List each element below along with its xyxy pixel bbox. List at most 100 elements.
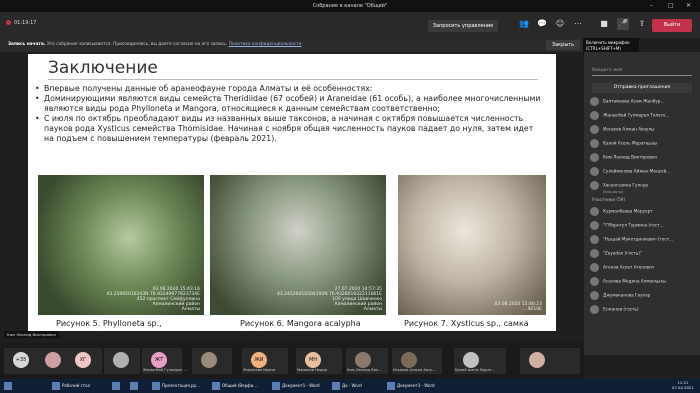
participant-item[interactable]: Қалай Асель Мұратқызы (590, 139, 657, 151)
avatar (590, 305, 599, 314)
bullet-item: Впервые получены данные об аранеофауне г… (34, 84, 544, 94)
figure-caption: Рисунок 7. Xysticus sp., самка (404, 318, 529, 329)
participant-item[interactable]: "Нышай Мукетдинкевич (гост... (590, 235, 673, 247)
share-screen-icon[interactable]: ⇪ (636, 18, 648, 30)
taskbar-item[interactable]: До - Word (330, 380, 362, 392)
figure-caption: Рисунок 5. Phylloneta sp., самка с кокон… (56, 318, 162, 340)
video-tile[interactable] (104, 348, 140, 374)
participant-name: Искаков Алжан Авзулы (603, 126, 655, 132)
participant-item[interactable]: Джумаканова Гаухар (590, 291, 650, 303)
participants-icon[interactable]: 👥 (518, 18, 530, 30)
caption-line: Рисунок 6. Mangora acalypha (240, 319, 361, 328)
caption-line: Рисунок 5. Phylloneta sp., (56, 319, 162, 328)
system-clock: 11:21 07.04.2021 (672, 380, 694, 390)
participant-item[interactable]: Балтамаева Асем Жанбур... (590, 97, 665, 109)
tile-initials: +35 (13, 352, 29, 368)
taskbar-item[interactable]: Документ1 - Word (270, 380, 320, 392)
tile-avatar (463, 352, 479, 368)
video-tile[interactable]: Искаков Алжан Авзу... (392, 348, 442, 374)
participant-name: "Нышай Мукетдинкевич (гост... (603, 236, 674, 242)
window-title: Собрание в канале "Общий" (312, 3, 388, 9)
tile-initials: ЖТ (151, 352, 167, 368)
tile-avatar (45, 352, 61, 368)
chat-icon[interactable]: 💬 (536, 18, 548, 30)
participant-item[interactable]: Искаков Алжан Авзулы (590, 125, 654, 137)
participant-item[interactable]: Жанысбай Гулмарал Толеге... (590, 111, 669, 123)
close-window-button[interactable]: ✕ (686, 0, 691, 12)
taskbar-item[interactable]: Документ3 - Word (385, 380, 435, 392)
bullet-item: С июля по октябрь преобладают виды из на… (34, 114, 544, 144)
overflow-tile[interactable]: +35 (4, 348, 40, 374)
bullet-item: Доминирующими являются виды семейств The… (34, 94, 544, 114)
participant-name: Қалай Асель Мұратқызы (603, 140, 658, 146)
avatar (590, 125, 599, 134)
clock-date: 07.04.2021 (672, 385, 694, 390)
taskbar-item[interactable]: Общий (Верфи... (210, 380, 257, 392)
participant-item[interactable]: Сулейменова Айжан Меңсей... (590, 167, 670, 179)
more-options-icon[interactable]: ⋯ (572, 18, 584, 30)
video-tile[interactable]: МН Мамиков Нодир (296, 348, 342, 374)
participant-item[interactable]: Есжанов (гость) (590, 305, 639, 317)
shared-slide: Заключение Впервые получены данные об ар… (28, 54, 556, 339)
timer-text: 01:19:17 (14, 20, 37, 26)
video-tile[interactable]: Ким Леонид Вик... (346, 348, 388, 374)
maximize-button[interactable]: □ (668, 0, 674, 12)
participant-search-input[interactable]: Введите имя (592, 66, 692, 76)
avatar (590, 97, 599, 106)
participant-role: Инициатор (603, 190, 624, 194)
participant-name: Есжанов (гость) (603, 306, 639, 312)
tile-avatar (201, 352, 217, 368)
participant-item[interactable]: "Zayadan (гость)" (590, 249, 642, 261)
participant-name: Ким Леонид Викторович (603, 154, 658, 160)
participant-name: Курманбаева Меруерт (603, 208, 653, 214)
taskbar-item[interactable] (128, 380, 140, 392)
participant-name: "Zayadan (гость)" (603, 250, 642, 256)
avatar (590, 153, 599, 162)
slide-title: Заключение (48, 58, 158, 78)
participant-name: Сулейменова Айжан Меңсей... (603, 168, 671, 174)
participant-name: Балтамаева Асем Жанбур... (603, 98, 665, 104)
request-control-button[interactable]: Запросить управление (428, 20, 498, 32)
participant-item[interactable]: Агенов Асхат Агенович (590, 263, 654, 275)
video-tile[interactable]: ЖТ Жанысбай Гулмарал ... (142, 348, 187, 374)
participant-name: Жанысбай Гулмарал Толеге... (603, 112, 670, 118)
close-recording-notice-button[interactable]: Закрыть (546, 40, 580, 50)
microphone-muted-icon[interactable]: 🎤 (617, 18, 629, 30)
avatar (590, 181, 599, 190)
participant-name: Хасенгазина Гулнур (603, 182, 648, 188)
start-button[interactable] (2, 380, 12, 392)
avatar (590, 235, 599, 244)
send-invite-button[interactable]: Отправка приглашения (592, 83, 692, 93)
participant-item[interactable]: Хасенгазина Гулнур Инициатор (590, 181, 648, 194)
photo-stamp: 03.08.2020 15:46:23 ...9210E (495, 302, 542, 312)
tile-initials: ЖИ (251, 352, 267, 368)
video-tile[interactable]: ЖИ Жарасова Ирина (242, 348, 288, 374)
participant-item[interactable]: Курманбаева Меруерт (590, 207, 653, 219)
avatar (590, 277, 599, 286)
participant-item[interactable]: "\"Мэрнгул Турмина (гост... (590, 221, 664, 233)
active-speaker-label: Ким Леонид Викторович (4, 331, 60, 338)
photo-xysticus: 03.08.2020 15:46:23 ...9210E (398, 175, 546, 315)
taskbar-item[interactable]: Презентация.pp... (150, 380, 200, 392)
avatar (590, 263, 599, 272)
video-tile[interactable] (192, 348, 232, 374)
participant-name: Асанова Медина Алмасқызы (603, 278, 666, 284)
taskbar-item[interactable]: Рабочий стол (50, 380, 90, 392)
participants-header[interactable]: Участники (59) (592, 197, 625, 202)
participant-item[interactable]: Ким Леонид Викторович (590, 153, 657, 165)
reactions-icon[interactable]: ☺ (554, 18, 566, 30)
photo-mangora: 27.07.2020 14:57:35 43.24520410504192N 7… (210, 175, 386, 315)
avatar (590, 167, 599, 176)
video-tile[interactable] (520, 348, 580, 374)
recording-dot-icon (6, 20, 11, 25)
video-tile[interactable]: ХГ (66, 348, 102, 374)
minimize-button[interactable]: – (650, 0, 653, 12)
video-tile[interactable]: Қалай Асель Мұрат... (454, 348, 506, 374)
participant-item[interactable]: Асанова Медина Алмасқызы (590, 277, 666, 289)
taskbar-item[interactable] (110, 380, 122, 392)
privacy-policy-link[interactable]: Политика конфиденциальности (229, 42, 302, 47)
window-titlebar: Собрание в канале "Общий" – □ ✕ (0, 0, 700, 12)
leave-button[interactable]: Выйти (652, 19, 692, 32)
camera-icon[interactable]: ■ (598, 18, 610, 30)
participant-name: Агенов Асхат Агенович (603, 264, 655, 270)
